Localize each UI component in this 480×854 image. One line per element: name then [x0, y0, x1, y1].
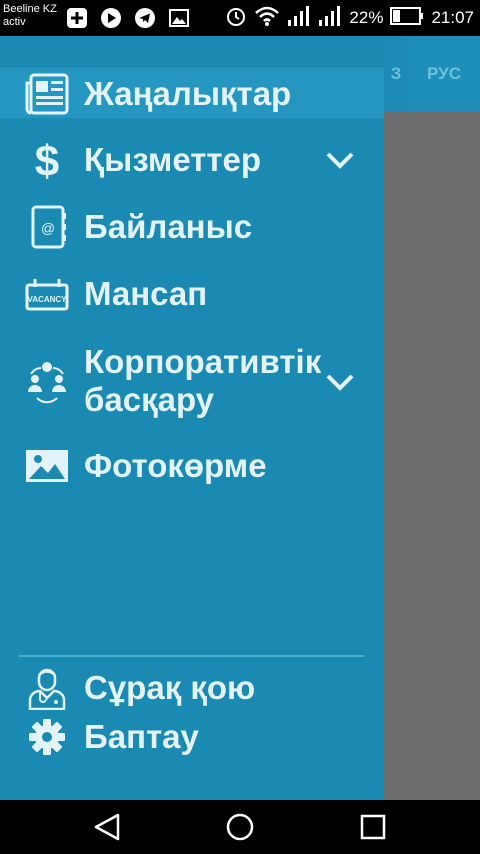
- battery-percent: 22%: [349, 8, 384, 27]
- carrier-line-1: Beeline KZ: [3, 3, 57, 15]
- add-icon: [66, 7, 88, 29]
- drawer-item-photo-gallery[interactable]: Фотокөрме: [0, 442, 384, 490]
- carrier-name: Beeline KZ activ: [3, 3, 57, 29]
- chevron-down-icon[interactable]: [324, 150, 356, 170]
- tab-lang-ru[interactable]: РУС: [408, 36, 480, 111]
- clock: 21:07: [431, 8, 474, 27]
- recents-button[interactable]: [355, 810, 391, 844]
- navigation-drawer: Жаңалықтар $ Қызметтер @ Байланыс VACANC…: [0, 36, 384, 800]
- signal-icon-2: [318, 5, 342, 32]
- gallery-icon: [168, 7, 190, 29]
- drawer-scrim[interactable]: [384, 111, 480, 800]
- drawer-item-label: Фотокөрме: [84, 447, 267, 484]
- carrier-line-2: activ: [3, 16, 26, 28]
- dollar-icon: $: [24, 137, 70, 183]
- signal-icon-1: [287, 5, 311, 32]
- drawer-item-label: Баптау: [84, 718, 199, 755]
- drawer-item-corporate-governance[interactable]: Корпоративтік басқару: [0, 339, 384, 425]
- svg-text:@: @: [41, 220, 55, 236]
- drawer-item-label: Қызметтер: [84, 141, 262, 178]
- status-bar: Beeline KZ activ 22% 21:07: [0, 0, 480, 36]
- drawer-item-label: Корпоративтік басқару: [84, 343, 321, 419]
- drawer-item-ask-question[interactable]: Сұрақ қою: [0, 664, 384, 712]
- system-nav-bar: [0, 800, 480, 854]
- drawer-item-label: Жаңалықтар: [84, 75, 292, 112]
- drawer-item-label-line2: басқару: [84, 381, 215, 418]
- drawer-divider: [19, 655, 364, 657]
- chevron-down-icon[interactable]: [324, 372, 356, 392]
- back-button[interactable]: [89, 810, 125, 844]
- drawer-item-label: Мансап: [84, 275, 208, 312]
- wifi-icon: [254, 5, 280, 32]
- drawer-item-services[interactable]: $ Қызметтер: [0, 136, 384, 184]
- drawer-item-label: Байланыс: [84, 208, 253, 245]
- drawer-item-career[interactable]: VACANCY Мансап: [0, 270, 384, 318]
- home-button[interactable]: [222, 810, 258, 844]
- doctor-icon: [24, 665, 70, 711]
- gear-icon: [24, 714, 70, 760]
- svg-text:$: $: [35, 138, 59, 182]
- drawer-item-label: Сұрақ қою: [84, 669, 256, 706]
- people-group-icon: [24, 359, 70, 405]
- vacancy-icon-text: VACANCY: [28, 295, 68, 304]
- image-icon: [24, 443, 70, 489]
- drawer-top-divider: [0, 68, 384, 69]
- vacancy-icon: VACANCY: [24, 271, 70, 317]
- contact-book-icon: @: [24, 204, 70, 250]
- drawer-item-label-line1: Корпоративтік: [84, 343, 322, 380]
- alarm-icon: [225, 5, 247, 32]
- drawer-item-news[interactable]: Жаңалықтар: [0, 70, 384, 118]
- tab-lang-kz[interactable]: З: [384, 36, 408, 111]
- play-icon: [100, 7, 122, 29]
- battery-icon: [390, 6, 424, 30]
- newspaper-icon: [24, 71, 70, 117]
- drawer-item-contact[interactable]: @ Байланыс: [0, 203, 384, 251]
- telegram-icon: [134, 7, 156, 29]
- drawer-item-settings[interactable]: Баптау: [0, 713, 384, 761]
